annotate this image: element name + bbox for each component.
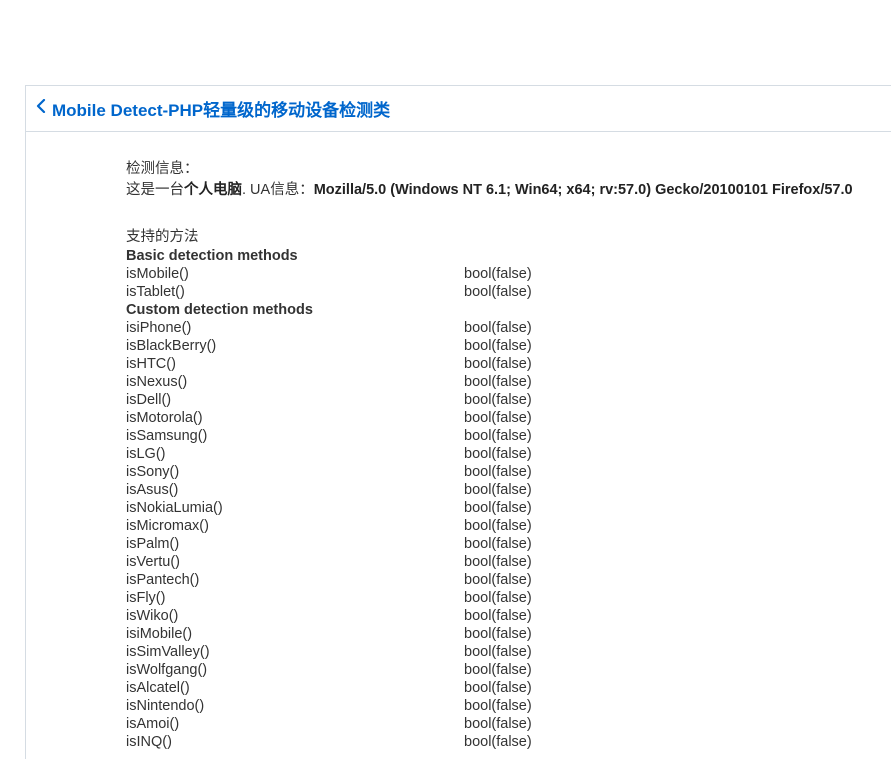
method-result: bool(false) [464,661,871,679]
method-result: bool(false) [464,481,871,499]
table-row: isFly()bool(false) [126,589,871,607]
method-name: isiPhone() [126,319,464,337]
method-name: isMotorola() [126,409,464,427]
method-result: bool(false) [464,607,871,625]
table-row: isNokiaLumia()bool(false) [126,499,871,517]
method-name: isSimValley() [126,643,464,661]
method-name: isBlackBerry() [126,337,464,355]
method-result: bool(false) [464,265,871,283]
method-name: isSamsung() [126,427,464,445]
device-prefix: 这是一台 [126,182,184,198]
table-row: isMotorola()bool(false) [126,409,871,427]
method-result: bool(false) [464,355,871,373]
table-row: isPalm()bool(false) [126,535,871,553]
table-row: isPantech()bool(false) [126,571,871,589]
methods-table: Basic detection methodsisMobile()bool(fa… [126,247,871,751]
method-result: bool(false) [464,463,871,481]
table-row: isHTC()bool(false) [126,355,871,373]
table-row: isSimValley()bool(false) [126,643,871,661]
ua-string: Mozilla/5.0 (Windows NT 6.1; Win64; x64;… [314,182,853,198]
method-name: isVertu() [126,553,464,571]
ua-label: . UA信息： [242,182,314,198]
method-result: bool(false) [464,679,871,697]
table-row: isiPhone()bool(false) [126,319,871,337]
method-name: isMicromax() [126,517,464,535]
detection-info-label: 检测信息： [126,160,871,179]
method-result: bool(false) [464,373,871,391]
supported-methods-label: 支持的方法 [126,228,871,247]
method-result: bool(false) [464,715,871,733]
method-name: isAmoi() [126,715,464,733]
method-result: bool(false) [464,697,871,715]
method-result: bool(false) [464,589,871,607]
method-name: isAsus() [126,481,464,499]
method-name: isINQ() [126,733,464,751]
table-row: isNintendo()bool(false) [126,697,871,715]
method-result: bool(false) [464,283,871,301]
method-result: bool(false) [464,409,871,427]
table-row: isMicromax()bool(false) [126,517,871,535]
table-row: isDell()bool(false) [126,391,871,409]
table-row: isNexus()bool(false) [126,373,871,391]
table-row: isBlackBerry()bool(false) [126,337,871,355]
table-row: isLG()bool(false) [126,445,871,463]
method-name: isPalm() [126,535,464,553]
table-row: isTablet()bool(false) [126,283,871,301]
method-result: bool(false) [464,535,871,553]
method-result: bool(false) [464,625,871,643]
page-header[interactable]: Mobile Detect-PHP轻量级的移动设备检测类 [26,86,891,132]
method-result: bool(false) [464,391,871,409]
method-name: isAlcatel() [126,679,464,697]
method-name: isNokiaLumia() [126,499,464,517]
device-type: 个人电脑 [184,182,242,198]
method-name: isiMobile() [126,625,464,643]
table-row: isVertu()bool(false) [126,553,871,571]
method-name: isMobile() [126,265,464,283]
method-group-header: Custom detection methods [126,301,871,319]
table-row: isINQ()bool(false) [126,733,871,751]
method-result: bool(false) [464,427,871,445]
table-row: isSamsung()bool(false) [126,427,871,445]
method-name: isHTC() [126,355,464,373]
table-row: isWolfgang()bool(false) [126,661,871,679]
method-result: bool(false) [464,445,871,463]
method-result: bool(false) [464,553,871,571]
method-result: bool(false) [464,571,871,589]
method-result: bool(false) [464,643,871,661]
method-result: bool(false) [464,319,871,337]
method-name: isWolfgang() [126,661,464,679]
method-name: isSony() [126,463,464,481]
method-result: bool(false) [464,337,871,355]
content-area: 检测信息： 这是一台个人电脑. UA信息：Mozilla/5.0 (Window… [26,132,891,759]
method-result: bool(false) [464,499,871,517]
method-name: isFly() [126,589,464,607]
table-row: isSony()bool(false) [126,463,871,481]
method-name: isNexus() [126,373,464,391]
method-name: isDell() [126,391,464,409]
table-row: isAmoi()bool(false) [126,715,871,733]
table-row: isiMobile()bool(false) [126,625,871,643]
method-name: isLG() [126,445,464,463]
ua-line: 这是一台个人电脑. UA信息：Mozilla/5.0 (Windows NT 6… [126,181,871,200]
chevron-left-icon [36,99,46,118]
method-group-header: Basic detection methods [126,247,871,265]
method-name: isPantech() [126,571,464,589]
method-result: bool(false) [464,733,871,751]
method-result: bool(false) [464,517,871,535]
table-row: isMobile()bool(false) [126,265,871,283]
table-row: isAlcatel()bool(false) [126,679,871,697]
method-name: isNintendo() [126,697,464,715]
table-row: isAsus()bool(false) [126,481,871,499]
method-name: isTablet() [126,283,464,301]
page-title: Mobile Detect-PHP轻量级的移动设备检测类 [52,96,390,121]
table-row: isWiko()bool(false) [126,607,871,625]
method-name: isWiko() [126,607,464,625]
